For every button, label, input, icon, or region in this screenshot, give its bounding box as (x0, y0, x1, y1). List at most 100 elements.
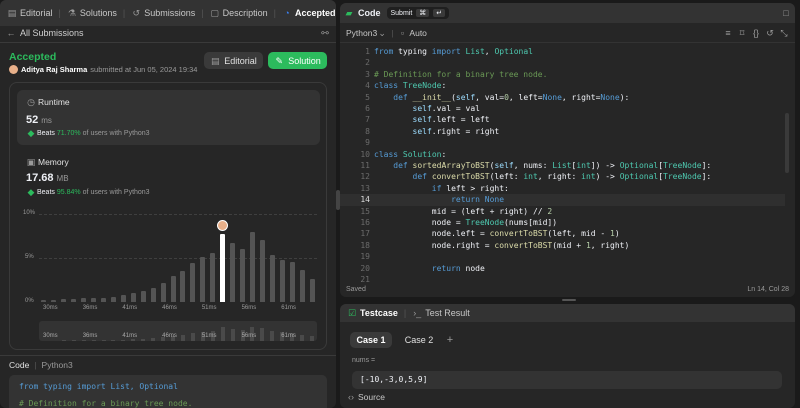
tab-editorial[interactable]: ▤ Editorial (4, 3, 56, 23)
code-line[interactable]: 1 from typing import List, Optional (340, 46, 785, 57)
resize-handle[interactable] (562, 299, 576, 301)
tab-testcase[interactable]: ☑ Testcase (344, 304, 401, 323)
x-tick: 51ms (201, 305, 217, 311)
code-line[interactable]: 3 # Definition for a binary tree node. (340, 69, 785, 80)
chart-bar[interactable] (249, 231, 255, 302)
chart-bar[interactable] (51, 300, 57, 302)
case-1-button[interactable]: Case 1 (350, 332, 392, 348)
chart-bar[interactable] (81, 298, 87, 302)
fullscreen-icon[interactable]: ⤡ (779, 28, 789, 38)
tab-accepted[interactable]: ◔Accepted× (279, 3, 336, 23)
terminal-icon: ›_ (413, 308, 422, 318)
chart-bar[interactable] (259, 239, 265, 302)
code-line[interactable]: 10 class Solution: (340, 149, 785, 160)
chart-bar[interactable] (220, 234, 226, 302)
code-line[interactable]: 20 return node (340, 263, 785, 274)
mini-bar (81, 340, 86, 341)
code-line[interactable]: 9 (340, 137, 785, 148)
chart-bar[interactable] (61, 299, 67, 302)
link-icon[interactable]: ⚯ (320, 28, 330, 38)
braces-icon[interactable]: {} (751, 28, 761, 38)
chart-bar[interactable] (309, 279, 315, 302)
range-selector[interactable]: 30ms 36ms 41ms 46ms 51ms 56ms 61ms (39, 321, 317, 341)
chart-bar[interactable] (150, 287, 156, 302)
code-icon: ▰ (345, 8, 353, 18)
reset-icon[interactable]: ↺ (765, 28, 775, 38)
chart-bar[interactable] (279, 259, 285, 302)
tab-description[interactable]: ▢ Description (207, 3, 271, 23)
code-line[interactable]: 16 node = TreeNode(nums[mid]) (340, 217, 785, 228)
editorial-button[interactable]: ▤ Editorial (204, 52, 263, 69)
mini-bar (131, 339, 136, 341)
chart-bar[interactable] (299, 270, 305, 302)
code-line[interactable]: 6 self.val = val (340, 103, 785, 114)
chart-bar[interactable] (230, 243, 236, 302)
line-number: 6 (365, 104, 370, 113)
mini-x-tick: 51ms (201, 333, 217, 339)
mini-x-tick: 61ms (281, 333, 296, 339)
source-link[interactable]: ‹› Source (346, 392, 385, 402)
format-icon[interactable]: ≡ (723, 28, 733, 38)
code-line[interactable]: 2 (340, 57, 785, 68)
chart-bar[interactable] (269, 255, 275, 302)
chart-bar[interactable] (289, 262, 295, 302)
code-text: node.right = convertToBST(mid + 1, right… (374, 240, 630, 250)
chart-bar[interactable] (140, 290, 146, 302)
chart-bar[interactable] (91, 298, 97, 302)
chart-bar[interactable] (160, 282, 166, 302)
tab-test-result[interactable]: ›_ Test Result (409, 304, 473, 323)
chart-bar[interactable] (130, 293, 136, 302)
code-editor[interactable]: 1 from typing import List, Optional 2 3 # De… (340, 46, 785, 284)
line-number: 1 (365, 47, 370, 56)
status-title: Accepted (9, 51, 57, 63)
editor-scrollbar[interactable] (785, 113, 789, 173)
runtime-card[interactable]: ◷ Runtime 52 ms ◆ Beats 71.70% of users with … (17, 90, 320, 145)
code-line[interactable]: 17 node.left = convertToBST(left, mid - … (340, 228, 785, 239)
code-line[interactable]: 13 if left > right: (340, 183, 785, 194)
code-line[interactable]: 14 return None (340, 194, 785, 206)
code-line[interactable]: 7 self.left = left (340, 114, 785, 125)
arrow-left-icon[interactable]: ← (6, 28, 16, 38)
input-field[interactable]: [-10,-3,0,5,9] (352, 371, 782, 389)
back-row: ← All Submissions ⚯ (6, 27, 330, 39)
chart-bar[interactable] (200, 257, 206, 302)
code-line[interactable]: 11 def sortedArrayToBST(self, nums: List… (340, 160, 785, 171)
code-brackets-icon: ‹› (348, 392, 354, 402)
code-line[interactable]: 19 (340, 251, 785, 262)
chart-bar[interactable] (41, 300, 47, 302)
code-line[interactable]: 4 class TreeNode: (340, 80, 785, 91)
line-number: 2 (365, 58, 370, 68)
add-case-button[interactable]: + (444, 332, 456, 348)
code-text: def sortedArrayToBST(self, nums: List[in… (393, 161, 712, 170)
chart-bar[interactable] (170, 276, 176, 302)
user-name[interactable]: Aditya Raj Sharma (21, 65, 87, 74)
testcase-tabbar: ☑ Testcase | ›_ Test Result (340, 304, 795, 322)
language-select[interactable]: Python3 (346, 28, 377, 38)
auto-mode[interactable]: Auto (409, 28, 427, 38)
code-line[interactable]: 21 (340, 274, 785, 285)
tab-submissions[interactable]: ↺ Submissions (128, 3, 198, 23)
code-line[interactable]: 12 def convertToBST(left: int, right: in… (340, 171, 785, 182)
chart-bar[interactable] (120, 294, 126, 302)
chart-bar[interactable] (101, 297, 107, 302)
bookmark-icon[interactable]: ⌑ (737, 28, 747, 38)
mini-bar (111, 339, 116, 341)
code-line[interactable]: 15 mid = (left + right) // 2 (340, 206, 785, 217)
runtime-distribution-chart[interactable]: 10% 5% 0% 30ms 36ms 41ms 46ms 51ms 56ms 61ms 3… (17, 208, 320, 343)
case-2-button[interactable]: Case 2 (398, 332, 440, 348)
chart-bar[interactable] (190, 263, 196, 302)
solution-button[interactable]: ✎ Solution (268, 52, 327, 69)
chart-bar[interactable] (71, 299, 77, 302)
code-line[interactable]: 5 def __init__(self, val=0, left=None, r… (340, 92, 785, 103)
chart-bar[interactable] (110, 296, 116, 302)
code-line[interactable]: 18 node.right = convertToBST(mid + 1, ri… (340, 240, 785, 251)
chart-bar[interactable] (180, 271, 186, 302)
chevron-down-icon[interactable]: ⌄ (377, 28, 387, 38)
chart-bar[interactable] (210, 252, 216, 302)
code-line[interactable]: 8 self.right = right (340, 126, 785, 137)
all-submissions-link[interactable]: All Submissions (20, 28, 84, 38)
tab-solutions[interactable]: ⚗ Solutions (64, 3, 120, 23)
chart-bar[interactable] (240, 249, 246, 302)
memory-card[interactable]: ▣ Memory 17.68 MB ◆ Beats 95.84% of users wit… (17, 152, 320, 204)
maximize-icon[interactable]: □ (781, 8, 791, 18)
